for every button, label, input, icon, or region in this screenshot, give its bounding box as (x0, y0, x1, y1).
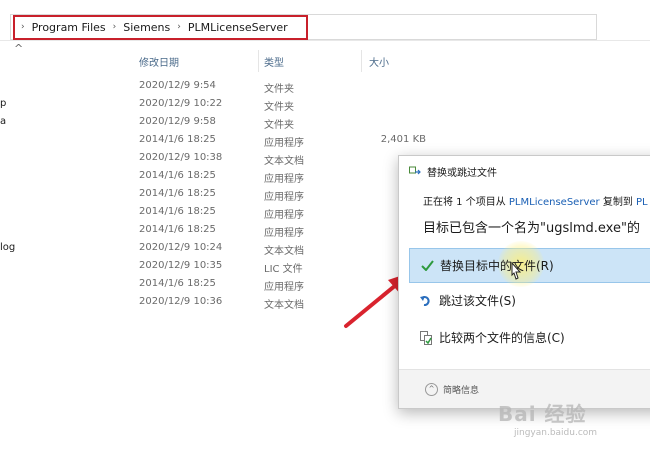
compare-icon (419, 330, 433, 345)
dialog-title-bar: 替换或跳过文件 (399, 156, 650, 186)
mouse-pointer-icon (511, 262, 522, 280)
file-type: LIC 文件 (264, 264, 303, 275)
compare-files-label: 比较两个文件的信息(C) (439, 331, 565, 345)
column-header-type[interactable]: 类型 (264, 50, 284, 72)
file-date: 2014/1/6 18:25 (139, 224, 216, 235)
replace-or-skip-dialog: 替换或跳过文件 正在将 1 个项目从 PLMLicenseServer 复制到 … (398, 155, 650, 409)
file-date: 2020/12/9 10:22 (139, 98, 223, 109)
column-header-date[interactable]: 修改日期 (139, 50, 179, 72)
destination-folder-link[interactable]: PL (636, 197, 648, 208)
file-name: log (0, 242, 16, 253)
file-row[interactable]: a 2020/12/9 9:58 文件夹 (0, 113, 650, 131)
skip-file-option[interactable]: 跳过该文件(S) (409, 284, 650, 317)
file-type: 应用程序 (264, 282, 304, 293)
file-type: 文本文档 (264, 300, 304, 311)
file-row[interactable]: p 2020/12/9 10:22 文件夹 (0, 95, 650, 113)
file-type: 应用程序 (264, 138, 304, 149)
file-date: 2020/12/9 10:36 (139, 296, 223, 307)
file-type: 应用程序 (264, 210, 304, 221)
watermark-logo: Bai 经验 (498, 402, 587, 426)
file-row[interactable]: 2020/12/9 9:54 文件夹 (0, 77, 650, 95)
file-type: 应用程序 (264, 174, 304, 185)
column-header-size[interactable]: 大小 (369, 50, 389, 72)
copy-text-prefix: 正在将 1 个项目从 (423, 197, 509, 208)
file-date: 2014/1/6 18:25 (139, 170, 216, 181)
file-name: p (0, 98, 7, 109)
skip-icon (419, 294, 433, 308)
file-type: 文件夹 (264, 102, 294, 113)
address-bar-region: › Program Files › Siemens › PLMLicenseSe… (0, 0, 650, 41)
column-divider[interactable] (258, 50, 259, 72)
file-row[interactable]: 2014/1/6 18:25 应用程序 2,401 KB (0, 131, 650, 149)
file-date: 2020/12/9 9:58 (139, 116, 216, 127)
conflict-message: 目标已包含一个名为"ugslmd.exe"的 (423, 221, 640, 236)
checkmark-icon (420, 259, 434, 273)
file-date: 2014/1/6 18:25 (139, 188, 216, 199)
file-type: 应用程序 (264, 228, 304, 239)
file-date: 2020/12/9 10:24 (139, 242, 223, 253)
file-date: 2014/1/6 18:25 (139, 278, 216, 289)
dialog-title: 替换或跳过文件 (427, 167, 497, 179)
copy-text-mid: 复制到 (599, 197, 636, 208)
file-date: 2020/12/9 9:54 (139, 80, 216, 91)
copy-progress-text: 正在将 1 个项目从 PLMLicenseServer 复制到 PL (423, 193, 648, 208)
file-date: 2020/12/9 10:38 (139, 152, 223, 163)
highlight-annotation-box (13, 15, 308, 40)
file-type: 文本文档 (264, 156, 304, 167)
column-divider[interactable] (361, 50, 362, 72)
replace-file-option[interactable]: 替换目标中的文件(R) (409, 241, 650, 287)
replace-file-label: 替换目标中的文件(R) (440, 259, 554, 273)
compare-files-option[interactable]: 比较两个文件的信息(C) (409, 321, 650, 354)
file-type: 文件夹 (264, 120, 294, 131)
fewer-details-toggle[interactable]: 简略信息 (443, 383, 479, 396)
skip-file-label: 跳过该文件(S) (439, 294, 516, 308)
file-date: 2014/1/6 18:25 (139, 134, 216, 145)
file-type: 文本文档 (264, 246, 304, 257)
file-date: 2014/1/6 18:25 (139, 206, 216, 217)
chevron-up-icon[interactable]: ^ (425, 382, 438, 396)
file-name: a (0, 116, 7, 127)
copy-transfer-icon (409, 166, 421, 175)
file-size: 2,401 KB (380, 134, 426, 145)
file-type: 应用程序 (264, 192, 304, 203)
sort-ascending-icon: ^ (14, 42, 24, 55)
watermark-url: jingyan.baidu.com (514, 428, 598, 438)
file-type: 文件夹 (264, 84, 294, 95)
source-folder-link[interactable]: PLMLicenseServer (509, 197, 600, 208)
file-date: 2020/12/9 10:35 (139, 260, 223, 271)
